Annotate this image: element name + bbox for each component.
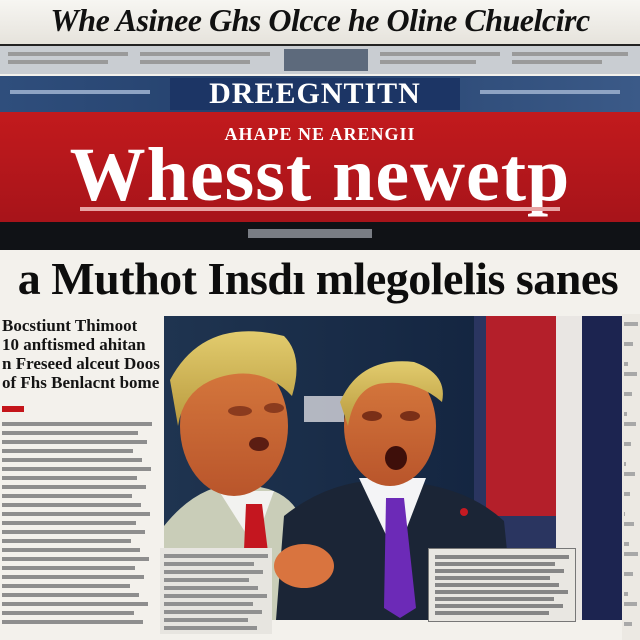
masthead: Whe Asinee Ghs Olcce he Oline Chuelcirc: [0, 0, 640, 46]
body-text-line: [164, 610, 262, 614]
body-text-line: [2, 530, 145, 534]
body-text-line: [164, 562, 254, 566]
article-teaser-strip: [0, 46, 640, 74]
body-text-line: [2, 566, 135, 570]
body-text-line: [2, 485, 146, 489]
body-text-line: [164, 586, 258, 590]
body-text-line: [2, 449, 133, 453]
teaser-text-line: [380, 60, 476, 64]
body-text-line: [2, 503, 141, 507]
teaser-photo: [284, 49, 368, 71]
body-text-line: [435, 590, 568, 594]
body-text-line: [2, 584, 130, 588]
body-text-line: [164, 594, 267, 598]
body-text-line: [435, 555, 569, 559]
body-text-line: [164, 618, 248, 622]
divider-bar: [0, 222, 640, 250]
body-text-line: [2, 476, 137, 480]
body-text-line: [2, 494, 132, 498]
body-text-line: [624, 322, 638, 326]
body-text-line: [435, 611, 549, 615]
body-text-line: [435, 597, 554, 601]
body-text-line: [435, 576, 550, 580]
body-text-line: [624, 592, 628, 596]
teaser-text-line: [512, 52, 628, 56]
body-text-line: [624, 442, 631, 446]
body-text-line: [2, 620, 143, 624]
body-text-line: [164, 554, 268, 558]
band-text-line: [480, 90, 620, 94]
main-headline: a Muthot Insdı mlegolelis sanes: [17, 253, 619, 304]
body-text-line: [435, 583, 559, 587]
body-text-line: [2, 422, 152, 426]
body-text-line: [164, 578, 249, 582]
body-text-line: [2, 440, 147, 444]
body-text-line: [624, 422, 636, 426]
body-text-line: [624, 342, 633, 346]
body-text-line: [2, 467, 151, 471]
body-text-line: [624, 552, 638, 556]
body-text-line: [624, 392, 632, 396]
teaser-text-line: [8, 52, 128, 56]
banner-headline: Whesst newetp: [69, 133, 571, 217]
body-text-line: [164, 602, 253, 606]
body-text-line: [2, 575, 144, 579]
body-text-line: [2, 431, 138, 435]
teaser-text-line: [8, 60, 108, 64]
body-text-line: [624, 412, 627, 416]
body-text-line: [2, 602, 148, 606]
caption-box: [428, 548, 576, 622]
body-text-line: [2, 458, 142, 462]
teaser-text-line: [140, 52, 270, 56]
caption-box: [160, 548, 272, 634]
divider-caption: [248, 229, 372, 238]
section-title: DREEGNTITN: [170, 78, 460, 110]
body-text-line: [164, 626, 257, 630]
headline-banner: AHAPE NE ARENGII Whesst newetp: [0, 112, 640, 222]
body-text-line: [624, 542, 629, 546]
body-text-line: [435, 562, 555, 566]
column-body-text: [0, 314, 158, 640]
teaser-text-line: [512, 60, 602, 64]
body-text-line: [164, 570, 263, 574]
right-edge-column: [622, 314, 640, 640]
body-text-line: [624, 622, 632, 626]
body-text-line: [624, 362, 628, 366]
body-text-line: [2, 548, 140, 552]
band-text-line: [10, 90, 150, 94]
body-text-line: [624, 462, 626, 466]
body-text-line: [2, 557, 149, 561]
section-band: DREEGNTITN: [0, 76, 640, 112]
body-text-line: [624, 492, 630, 496]
body-text-line: [2, 593, 139, 597]
body-text-line: [2, 611, 134, 615]
teaser-text-line: [140, 60, 250, 64]
body-text-line: [2, 512, 150, 516]
body-text-line: [2, 539, 131, 543]
body-text-line: [2, 521, 136, 525]
teaser-text-line: [380, 52, 500, 56]
masthead-title: Whe Asinee Ghs Olcce he Oline Chuelcirc: [50, 2, 590, 38]
body-text-line: [435, 604, 563, 608]
left-article-column: Bocstiunt Thimoot 10 anftismed ahitan n …: [0, 314, 160, 640]
body-text-line: [435, 569, 564, 573]
body-text-line: [624, 512, 625, 516]
banner-subline: [80, 207, 560, 211]
body-text-line: [624, 572, 633, 576]
body-text-line: [624, 372, 637, 376]
body-text-line: [624, 602, 637, 606]
body-text-line: [624, 522, 634, 526]
body-text-line: [624, 472, 635, 476]
